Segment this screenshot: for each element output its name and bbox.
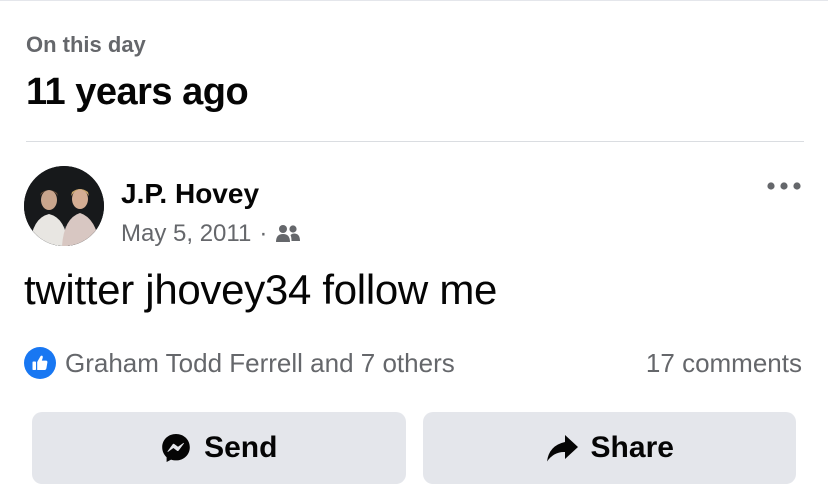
reactions-text: Graham Todd Ferrell and 7 others bbox=[65, 348, 455, 378]
memories-header: On this day 11 years ago bbox=[26, 30, 806, 116]
post: J.P. Hovey May 5, 2011 · twitter jhovey3… bbox=[0, 142, 828, 503]
post-actions: Send Share bbox=[32, 412, 796, 484]
share-arrow-icon bbox=[545, 433, 579, 463]
more-options-icon bbox=[767, 182, 801, 190]
share-label: Share bbox=[590, 431, 674, 464]
author-avatar[interactable] bbox=[24, 166, 104, 246]
memories-eyebrow: On this day bbox=[26, 32, 146, 57]
messenger-icon bbox=[160, 432, 192, 464]
send-button[interactable]: Send bbox=[32, 412, 406, 484]
friends-icon bbox=[275, 223, 301, 245]
post-date[interactable]: May 5, 2011 bbox=[121, 219, 251, 249]
send-label: Send bbox=[204, 431, 278, 464]
post-text: twitter jhovey34 follow me bbox=[24, 266, 498, 313]
meta-separator: · bbox=[259, 220, 268, 247]
more-options-button[interactable] bbox=[764, 174, 804, 198]
top-divider bbox=[0, 0, 828, 1]
like-icon bbox=[24, 347, 56, 379]
author-name[interactable]: J.P. Hovey bbox=[121, 178, 259, 210]
post-meta: May 5, 2011 · bbox=[121, 219, 301, 249]
memories-card: On this day 11 years ago J.P. Hovey May … bbox=[0, 0, 828, 503]
memories-headline: 11 years ago bbox=[26, 71, 249, 113]
reactions-summary[interactable]: Graham Todd Ferrell and 7 others bbox=[24, 345, 455, 381]
share-button[interactable]: Share bbox=[422, 412, 796, 484]
comments-count[interactable]: 17 comments bbox=[646, 345, 802, 381]
